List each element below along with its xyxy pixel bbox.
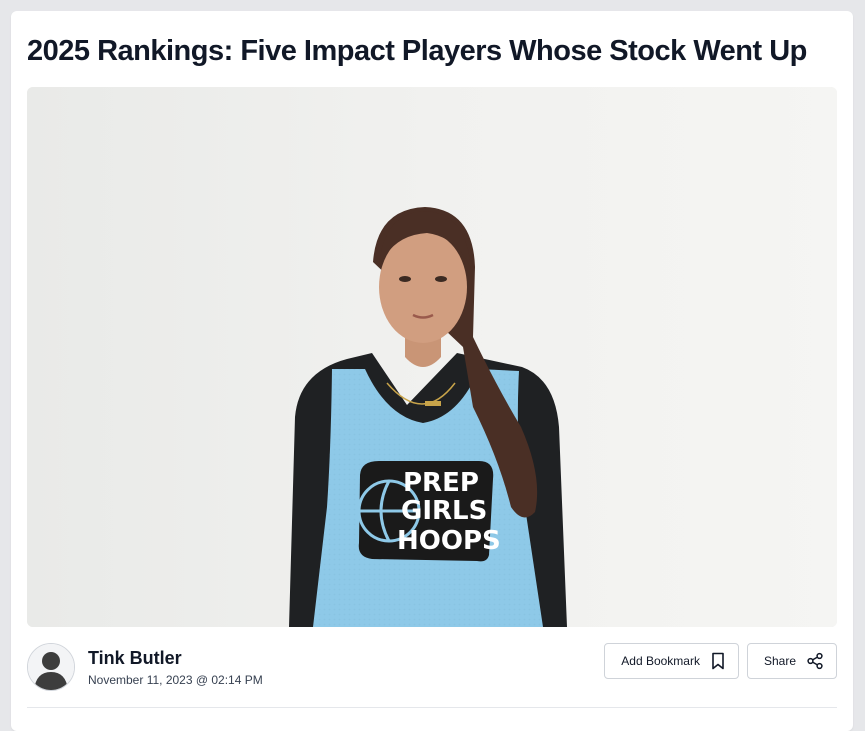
author-block: Tink Butler November 11, 2023 @ 02:14 PM xyxy=(27,643,263,691)
logo-line-2: GIRLS xyxy=(401,496,487,526)
article-card: 2025 Rankings: Five Impact Players Whose… xyxy=(11,11,853,731)
author-name[interactable]: Tink Butler xyxy=(88,647,263,669)
publish-date: November 11, 2023 @ 02:14 PM xyxy=(88,672,263,687)
bookmark-icon xyxy=(710,652,726,670)
hero-photo: PREP GIRLS HOOPS xyxy=(27,87,837,627)
logo-line-1: PREP xyxy=(403,468,479,498)
share-icon xyxy=(806,652,824,670)
article-title: 2025 Rankings: Five Impact Players Whose… xyxy=(27,35,807,67)
article-actions: Add Bookmark Share xyxy=(604,643,837,679)
logo-line-3: HOOPS xyxy=(397,526,501,556)
avatar[interactable] xyxy=(27,643,75,691)
add-bookmark-button[interactable]: Add Bookmark xyxy=(604,643,739,679)
share-button[interactable]: Share xyxy=(746,643,837,679)
add-bookmark-label: Add Bookmark xyxy=(621,654,700,668)
share-label: Share xyxy=(763,654,796,668)
author-info: Tink Butler November 11, 2023 @ 02:14 PM xyxy=(88,647,263,688)
